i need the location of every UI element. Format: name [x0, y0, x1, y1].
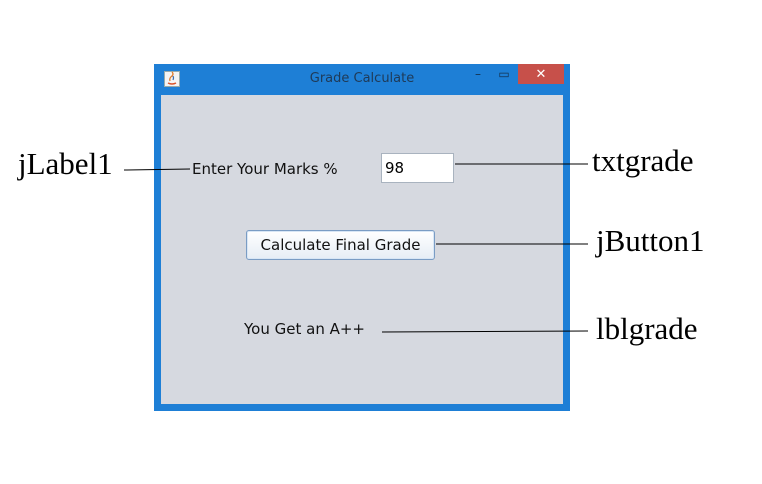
- result-pointer-line: [381, 330, 589, 333]
- label-pointer-line: [123, 168, 191, 171]
- annotation-jbutton1: jButton1: [596, 223, 705, 258]
- annotation-jlabel1: jLabel1: [18, 146, 113, 181]
- annotation-lblgrade: lblgrade: [596, 311, 698, 346]
- annotation-txtgrade: txtgrade: [592, 143, 694, 178]
